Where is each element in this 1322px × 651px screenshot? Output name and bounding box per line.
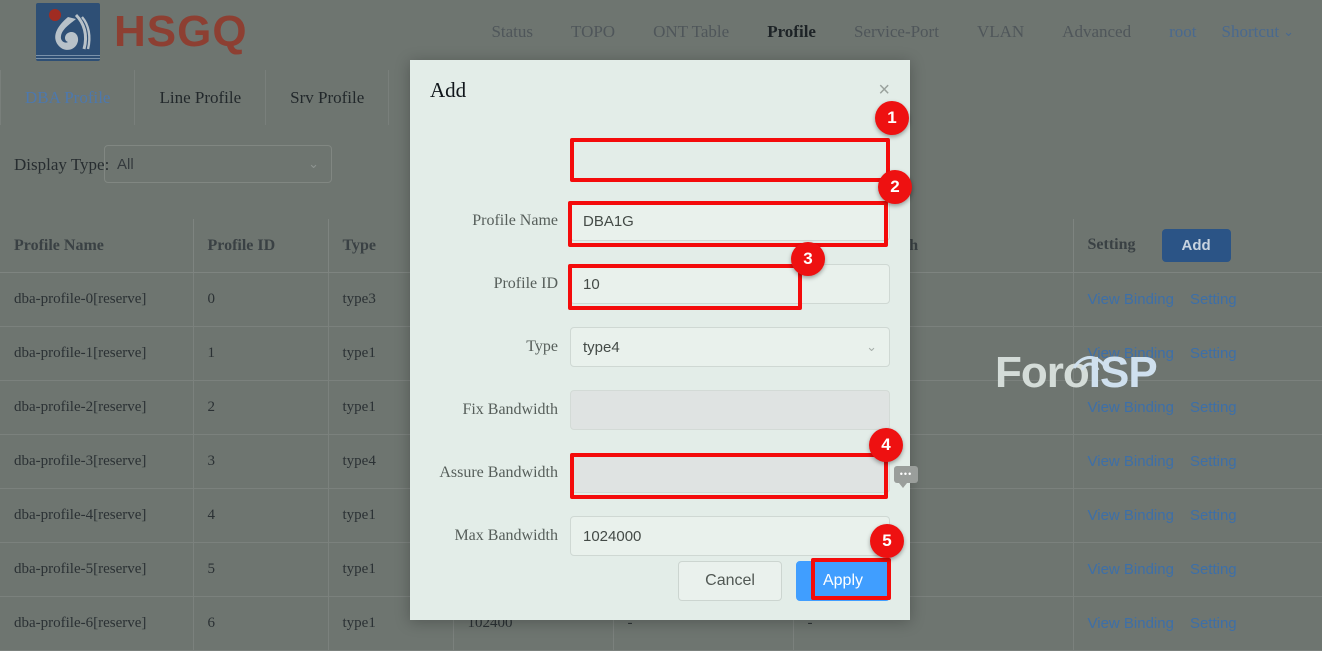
view-binding-link[interactable]: View Binding [1088,345,1174,362]
cell-setting: View Binding Setting [1073,380,1322,435]
tab-dba-profile[interactable]: DBA Profile [0,70,136,125]
annotation-badge-3: 3 [791,242,825,276]
apply-button[interactable]: Apply [795,561,890,601]
view-binding-link[interactable]: View Binding [1088,453,1174,470]
view-binding-link[interactable]: View Binding [1088,561,1174,578]
logo-wordmark: HSGQ [114,7,248,56]
main-nav: Status TOPO ONT Table Profile Service-Po… [472,0,1308,64]
user-menu-root[interactable]: root [1150,0,1202,64]
nav-item-status[interactable]: Status [472,0,552,64]
nav-item-ont-table[interactable]: ONT Table [634,0,748,64]
cell-profile-name: dba-profile-3[reserve] [0,434,194,489]
add-profile-form: Profile Name DBA1G Profile ID 10 Type ty… [410,60,910,620]
cell-setting: View Binding Setting [1073,434,1322,489]
form-row-assure-bandwidth: Assure Bandwidth [410,452,910,494]
nav-item-topo[interactable]: TOPO [552,0,634,64]
chevron-down-icon: ⌄ [866,339,877,354]
type-label: Type [526,338,558,355]
view-binding-link[interactable]: View Binding [1088,291,1174,308]
cell-setting: View Binding Setting [1073,596,1322,651]
view-binding-link[interactable]: View Binding [1088,507,1174,524]
tooltip-dots: ••• [899,469,913,479]
nav-item-service-port[interactable]: Service-Port [835,0,958,64]
form-row-fix-bandwidth: Fix Bandwidth [410,389,910,431]
cell-setting: View Binding Setting [1073,272,1322,327]
nav-item-profile[interactable]: Profile [748,0,835,64]
cell-profile-id: 0 [193,272,329,327]
setting-link[interactable]: Setting [1190,453,1237,470]
annotation-badge-5: 5 [870,524,904,558]
shortcut-menu[interactable]: Shortcut [1202,0,1283,64]
cell-profile-id: 5 [193,542,329,597]
annotation-badge-4: 4 [869,428,903,462]
nav-item-advanced[interactable]: Advanced [1043,0,1150,64]
max-bandwidth-field[interactable]: 1024000 [570,516,890,556]
logo-dot-icon [49,9,61,21]
display-type-label: Display Type: [14,155,110,174]
add-button[interactable]: Add [1161,229,1231,262]
cell-setting: View Binding Setting [1073,542,1322,597]
cell-profile-id: 3 [193,434,329,489]
form-row-profile-id: Profile ID 10 [410,263,910,305]
cell-setting: View Binding Setting [1073,326,1322,381]
type-value: type4 [583,338,620,356]
cell-profile-id: 4 [193,488,329,543]
add-dba-profile-modal: Add × ForoISP Profile Name DBA1G Profile… [410,60,1158,620]
profile-id-label: Profile ID [493,275,558,292]
cell-profile-name: dba-profile-1[reserve] [0,326,194,381]
display-type-select[interactable]: All ⌄ [104,145,332,183]
fix-bandwidth-field [570,390,890,430]
top-header: HSGQ Status TOPO ONT Table Profile Servi… [0,0,1322,64]
chevron-down-icon[interactable]: ⌄ [1283,24,1294,40]
nav-item-vlan[interactable]: VLAN [958,0,1043,64]
form-row-profile-name: Profile Name DBA1G [410,200,910,242]
modal-footer: Cancel Apply [410,560,910,602]
tooltip-bubble-icon: ••• [894,466,918,488]
setting-link[interactable]: Setting [1190,615,1237,632]
cell-profile-name: dba-profile-5[reserve] [0,542,194,597]
fix-bandwidth-label: Fix Bandwidth [462,401,558,418]
form-row-type: Type type4 ⌄ [410,326,910,368]
brand-logo[interactable]: HSGQ [28,0,248,64]
profile-name-label: Profile Name [472,212,558,229]
col-profile-name: Profile Name [0,219,194,273]
view-binding-link[interactable]: View Binding [1088,399,1174,416]
profile-name-field[interactable]: DBA1G [570,201,890,241]
cancel-button[interactable]: Cancel [678,561,782,601]
logo-lines-icon [36,53,100,61]
view-binding-link[interactable]: View Binding [1088,615,1174,632]
setting-link[interactable]: Setting [1190,507,1237,524]
logo-icon [28,0,108,64]
chevron-down-icon: ⌄ [308,156,319,171]
cell-profile-name: dba-profile-4[reserve] [0,488,194,543]
setting-link[interactable]: Setting [1190,345,1237,362]
display-type-value: All [117,155,134,173]
annotation-badge-2: 2 [878,170,912,204]
assure-bandwidth-label: Assure Bandwidth [439,464,558,481]
tab-line-profile[interactable]: Line Profile [135,70,267,125]
setting-link[interactable]: Setting [1190,399,1237,416]
cell-profile-id: 6 [193,596,329,651]
cell-profile-id: 2 [193,380,329,435]
type-select[interactable]: type4 ⌄ [570,327,890,367]
form-row-max-bandwidth: Max Bandwidth 1024000 [410,515,910,557]
setting-link[interactable]: Setting [1190,291,1237,308]
annotation-badge-1: 1 [875,101,909,135]
setting-link[interactable]: Setting [1190,561,1237,578]
col-profile-id: Profile ID [193,219,329,273]
cell-profile-name: dba-profile-6[reserve] [0,596,194,651]
col-setting-label: Setting [1087,236,1136,254]
col-setting: Setting Add [1073,219,1322,273]
tab-srv-profile[interactable]: Srv Profile [266,70,390,125]
cell-profile-name: dba-profile-2[reserve] [0,380,194,435]
max-bandwidth-label: Max Bandwidth [454,527,558,544]
profile-id-field[interactable]: 10 [570,264,890,304]
cell-profile-name: dba-profile-0[reserve] [0,272,194,327]
cell-setting: View Binding Setting [1073,488,1322,543]
cell-profile-id: 1 [193,326,329,381]
assure-bandwidth-field [570,453,890,493]
